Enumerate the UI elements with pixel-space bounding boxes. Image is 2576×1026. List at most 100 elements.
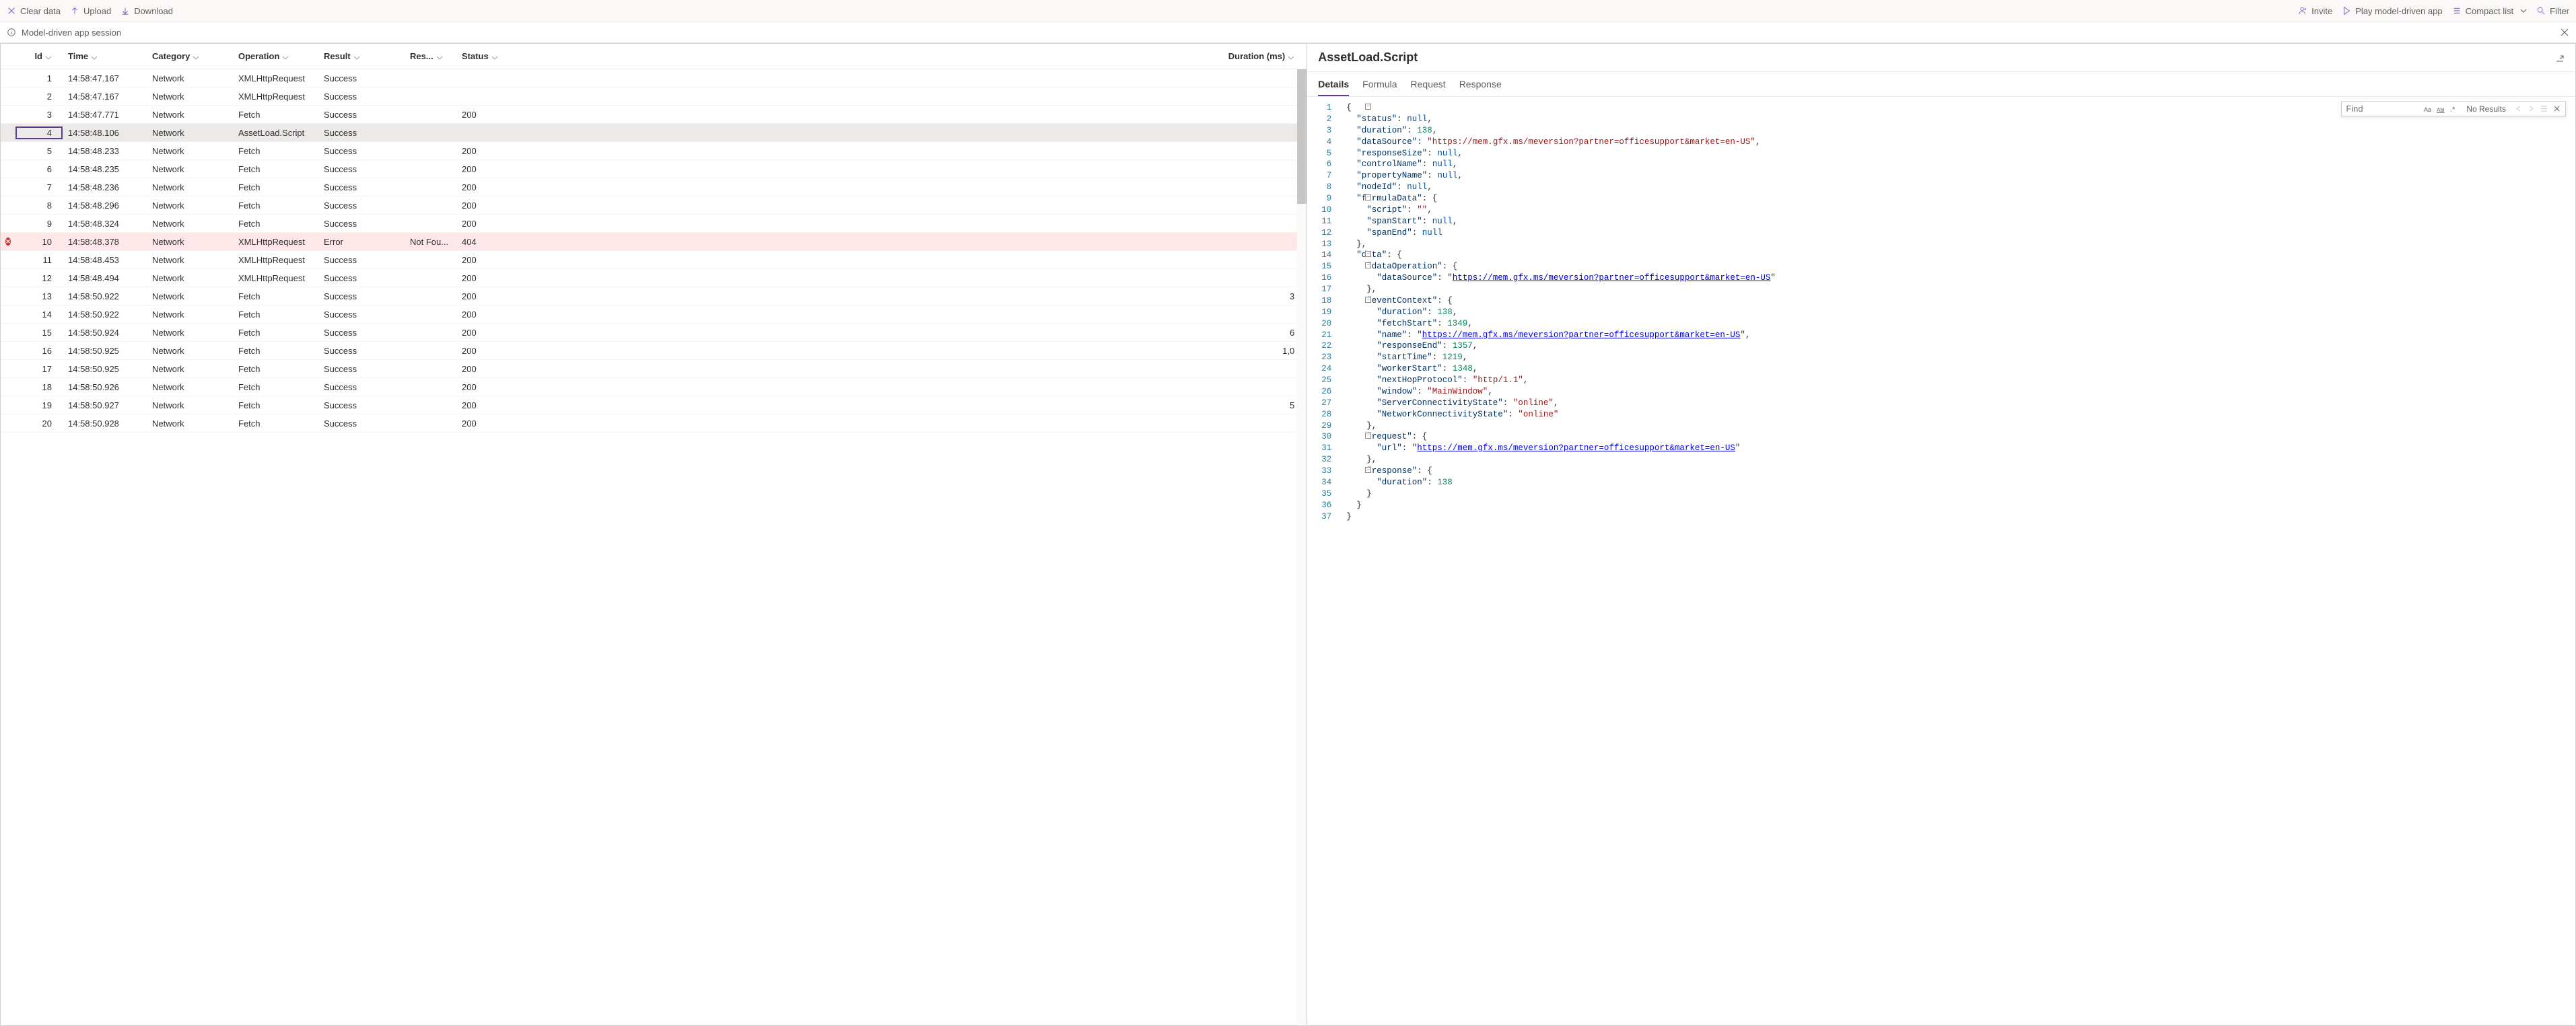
- json-viewer[interactable]: 1−{2 "status": null,3 "duration": 138,4 …: [1307, 97, 2575, 1025]
- session-close-button[interactable]: [2560, 28, 2569, 37]
- cell-id: 13: [15, 291, 63, 301]
- table-row[interactable]: 214:58:47.167NetworkXMLHttpRequestSucces…: [1, 87, 1307, 106]
- cell-result: Success: [318, 346, 405, 356]
- cell-result: Success: [318, 146, 405, 156]
- fold-icon[interactable]: −: [1365, 251, 1371, 257]
- table-row[interactable]: 914:58:48.324NetworkFetchSuccess200: [1, 215, 1307, 233]
- table-row[interactable]: 1314:58:50.922NetworkFetchSuccess2003: [1, 287, 1307, 305]
- table-row[interactable]: 814:58:48.296NetworkFetchSuccess200: [1, 196, 1307, 215]
- fold-icon[interactable]: −: [1365, 104, 1371, 110]
- col-time[interactable]: Time: [63, 51, 147, 61]
- find-input[interactable]: [2346, 104, 2420, 114]
- table-row[interactable]: 1914:58:50.927NetworkFetchSuccess2005: [1, 396, 1307, 414]
- cell-operation: XMLHttpRequest: [233, 255, 318, 265]
- fold-icon[interactable]: −: [1365, 297, 1371, 303]
- table-row[interactable]: 714:58:48.236NetworkFetchSuccess200: [1, 178, 1307, 196]
- prev-match-icon[interactable]: [2514, 104, 2523, 113]
- col-res2[interactable]: Res...: [405, 51, 456, 61]
- tab-request[interactable]: Request: [1411, 72, 1446, 96]
- scrollbar-thumb[interactable]: [1297, 69, 1307, 204]
- code-line: 33− "response": {: [1307, 466, 2575, 477]
- table-row[interactable]: 1214:58:48.494NetworkXMLHttpRequestSucce…: [1, 269, 1307, 287]
- filter-button[interactable]: Filter: [2536, 6, 2569, 16]
- cell-result: Success: [318, 400, 405, 410]
- cell-category: Network: [147, 255, 233, 265]
- tab-response[interactable]: Response: [1459, 72, 1502, 96]
- cell-id: 10: [15, 237, 63, 247]
- upload-button[interactable]: Upload: [70, 6, 111, 16]
- cell-id: 8: [15, 200, 63, 211]
- col-operation[interactable]: Operation: [233, 51, 318, 61]
- expand-icon[interactable]: [2555, 53, 2565, 63]
- fold-icon[interactable]: −: [1365, 194, 1371, 200]
- table-row[interactable]: 2014:58:50.928NetworkFetchSuccess200: [1, 414, 1307, 433]
- cell-id: 3: [15, 110, 63, 120]
- search-icon: [2536, 6, 2546, 15]
- table-row[interactable]: 1614:58:50.925NetworkFetchSuccess2001,0: [1, 342, 1307, 360]
- session-title: Model-driven app session: [22, 28, 121, 38]
- invite-button[interactable]: Invite: [2298, 6, 2332, 16]
- next-match-icon[interactable]: [2527, 104, 2536, 113]
- code-line: 15− "dataOperation": {: [1307, 261, 2575, 272]
- table-row[interactable]: 114:58:47.167NetworkXMLHttpRequestSucces…: [1, 69, 1307, 87]
- table-row[interactable]: 514:58:48.233NetworkFetchSuccess200: [1, 142, 1307, 160]
- col-status[interactable]: Status: [456, 51, 553, 61]
- cell-operation: Fetch: [233, 364, 318, 374]
- upload-label: Upload: [83, 6, 111, 16]
- compact-list-button[interactable]: Compact list: [2452, 6, 2528, 16]
- download-button[interactable]: Download: [120, 6, 173, 16]
- cell-status: 200: [456, 364, 553, 374]
- code-line: 19 "duration": 138,: [1307, 307, 2575, 318]
- grid-header: Id Time Category Operation Result Res...…: [1, 44, 1307, 69]
- cell-id: 4: [15, 126, 63, 139]
- table-row[interactable]: ✕1014:58:48.378NetworkXMLHttpRequestErro…: [1, 233, 1307, 251]
- fold-icon[interactable]: −: [1365, 433, 1371, 439]
- find-in-selection-icon[interactable]: [2540, 104, 2548, 113]
- table-row[interactable]: 414:58:48.106NetworkAssetLoad.ScriptSucc…: [1, 124, 1307, 142]
- cell-category: Network: [147, 400, 233, 410]
- cell-result: Success: [318, 309, 405, 320]
- cell-id: 5: [15, 146, 63, 156]
- clear-data-button[interactable]: Clear data: [7, 6, 61, 16]
- table-row[interactable]: 1714:58:50.925NetworkFetchSuccess200: [1, 360, 1307, 378]
- cell-time: 14:58:48.296: [63, 200, 147, 211]
- tab-formula[interactable]: Formula: [1362, 72, 1397, 96]
- play-button[interactable]: Play model-driven app: [2342, 6, 2442, 16]
- detail-title: AssetLoad.Script: [1318, 50, 1418, 65]
- fold-icon[interactable]: −: [1365, 262, 1371, 268]
- col-category[interactable]: Category: [147, 51, 233, 61]
- code-line: 11 "spanStart": null,: [1307, 216, 2575, 227]
- col-id[interactable]: Id: [15, 51, 63, 61]
- regex-icon[interactable]: .*: [2449, 104, 2458, 113]
- table-row[interactable]: 1414:58:50.922NetworkFetchSuccess200: [1, 305, 1307, 324]
- close-find-icon[interactable]: [2552, 104, 2561, 113]
- cell-time: 14:58:48.233: [63, 146, 147, 156]
- detail-panel: AssetLoad.Script Details Formula Request…: [1307, 43, 2576, 1026]
- match-case-icon[interactable]: Aa: [2424, 104, 2433, 113]
- download-label: Download: [134, 6, 173, 16]
- grid-body[interactable]: 114:58:47.167NetworkXMLHttpRequestSucces…: [1, 69, 1307, 1025]
- detail-body: Aa Abl .* No Results 1−{2 "status": null…: [1307, 97, 2575, 1025]
- table-row[interactable]: 1114:58:48.453NetworkXMLHttpRequestSucce…: [1, 251, 1307, 269]
- session-bar: Model-driven app session: [0, 22, 2576, 43]
- cell-id: 12: [15, 273, 63, 283]
- cell-category: Network: [147, 200, 233, 211]
- code-line: 18− "eventContext": {: [1307, 295, 2575, 307]
- scrollbar-track[interactable]: [1297, 69, 1307, 1025]
- cell-result: Success: [318, 382, 405, 392]
- table-row[interactable]: 1814:58:50.926NetworkFetchSuccess200: [1, 378, 1307, 396]
- tab-details[interactable]: Details: [1318, 72, 1349, 96]
- cell-operation: Fetch: [233, 110, 318, 120]
- cell-category: Network: [147, 219, 233, 229]
- fold-icon[interactable]: −: [1365, 467, 1371, 473]
- table-row[interactable]: 1514:58:50.924NetworkFetchSuccess2006: [1, 324, 1307, 342]
- col-duration[interactable]: Duration (ms): [553, 51, 1307, 61]
- cell-operation: Fetch: [233, 382, 318, 392]
- cell-time: 14:58:47.167: [63, 73, 147, 83]
- table-row[interactable]: 314:58:47.771NetworkFetchSuccess200: [1, 106, 1307, 124]
- col-result[interactable]: Result: [318, 51, 405, 61]
- table-row[interactable]: 614:58:48.235NetworkFetchSuccess200: [1, 160, 1307, 178]
- cell-category: Network: [147, 418, 233, 429]
- upload-icon: [70, 6, 79, 15]
- whole-word-icon[interactable]: Abl: [2437, 104, 2445, 113]
